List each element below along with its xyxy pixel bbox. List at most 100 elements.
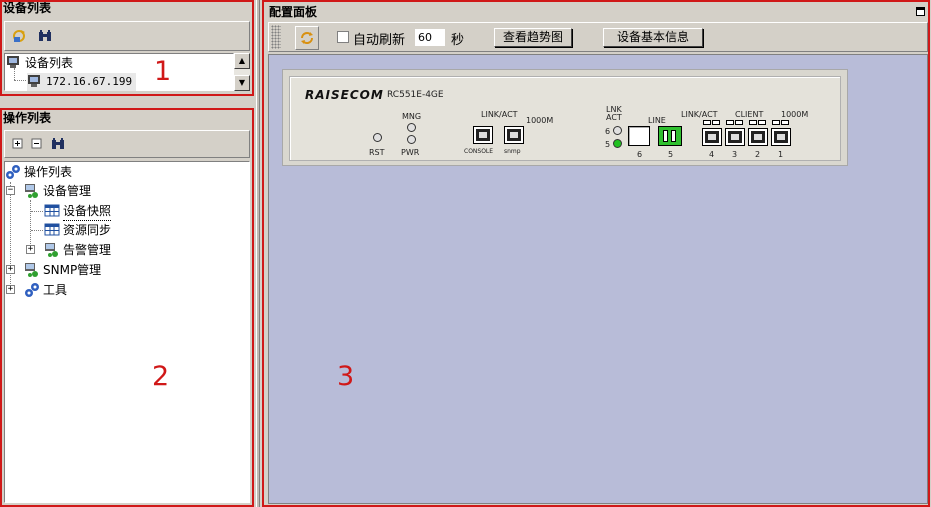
config-toolbar: 自动刷新 秒 查看趋势图 设备基本信息 [268, 22, 928, 52]
operation-list-toolbar [4, 130, 250, 158]
annotation-number-3: 3 [337, 361, 355, 392]
tree-label: 告警管理 [63, 243, 112, 257]
port-4-link-led [703, 120, 711, 125]
tree-label: 资源同步 [63, 223, 112, 237]
client-port-1[interactable] [771, 128, 791, 146]
refresh-interval-input[interactable] [415, 29, 445, 46]
gears-icon [5, 164, 21, 180]
device-faceplate: RAISECOM RC551E-4GE MNG RST PWR LINK/ACT… [289, 76, 841, 161]
console-port[interactable] [473, 126, 493, 144]
refresh-icon[interactable] [9, 26, 29, 46]
snmp-mgmt-icon [24, 262, 40, 278]
tree-item-snmp-mgmt[interactable]: SNMP管理 [24, 261, 101, 279]
port-2-act-led [758, 120, 766, 125]
tree-item-device[interactable]: 172.16.67.199 [27, 73, 137, 91]
binoculars-icon[interactable] [35, 26, 55, 46]
speed-client-label: 1000M [781, 110, 809, 119]
port-1-act-led [781, 120, 789, 125]
port-2-label: 2 [755, 150, 761, 159]
port-4-label: 4 [709, 150, 715, 159]
led-6-label: 6 [605, 127, 611, 136]
config-panel-title: 配置面板 [269, 5, 318, 19]
client-port-2[interactable] [748, 128, 768, 146]
annotation-number-1: 1 [154, 56, 172, 87]
device-list-toolbar [4, 21, 250, 51]
device-ip-label: 172.16.67.199 [46, 75, 133, 88]
auto-refresh-checkbox[interactable] [337, 31, 349, 43]
snmp-label: snmp [504, 148, 521, 155]
tree-root-operations[interactable]: 操作列表 [5, 163, 72, 181]
device-tree-scrollbar[interactable]: ▲ ▼ [234, 53, 250, 91]
mng-label: MNG [402, 112, 422, 121]
annotation-number-2: 2 [152, 361, 170, 392]
expand-toggle-icon[interactable]: + [6, 285, 15, 294]
toolbar-grip [271, 25, 281, 49]
snmp-port[interactable] [504, 126, 524, 144]
port-2-link-led [749, 120, 757, 125]
line-port-5[interactable] [658, 126, 682, 146]
port-3-link-led [726, 120, 734, 125]
refresh-icon[interactable] [295, 26, 319, 50]
expand-toggle-icon[interactable]: + [6, 265, 15, 274]
line-label: LINE [648, 116, 666, 125]
view-trend-button[interactable]: 查看趋势图 [494, 28, 572, 47]
speed-label: 1000M [526, 116, 554, 125]
alarm-mgmt-icon [44, 242, 60, 258]
mng-led [407, 123, 416, 132]
operation-list-panel: 操作列表 操作列表 − 设备管理 设备快照 资源同步 + 告警管理 + SNMP… [0, 108, 254, 507]
link-act-label: LINK/ACT [481, 110, 518, 119]
device-front-panel: RAISECOM RC551E-4GE MNG RST PWR LINK/ACT… [282, 69, 848, 166]
maximize-icon[interactable] [916, 7, 925, 16]
gears-icon [24, 282, 40, 298]
tree-line [14, 80, 26, 81]
device-info-button[interactable]: 设备基本信息 [603, 28, 703, 47]
binoculars-icon[interactable] [48, 134, 68, 154]
table-icon [44, 203, 60, 219]
tree-item-device-snapshot[interactable]: 设备快照 [44, 202, 112, 221]
client-port-3[interactable] [725, 128, 745, 146]
rst-button[interactable] [373, 133, 382, 142]
led-5-label: 5 [605, 140, 611, 149]
scroll-down-icon[interactable]: ▼ [234, 75, 250, 91]
model-label: RC551E-4GE [387, 90, 444, 100]
device-mgmt-icon [24, 183, 40, 199]
tree-label: 工具 [43, 283, 68, 297]
port-6-label: 6 [637, 150, 643, 159]
collapse-all-icon[interactable] [27, 134, 47, 154]
collapse-toggle-icon[interactable]: − [6, 186, 15, 195]
client-label: CLIENT [735, 110, 764, 119]
pwr-led [407, 135, 416, 144]
operation-list-title: 操作列表 [3, 111, 52, 125]
tree-line [14, 68, 15, 80]
line-port-6[interactable] [628, 126, 650, 146]
scroll-up-icon[interactable]: ▲ [234, 53, 250, 69]
port-1-link-led [772, 120, 780, 125]
console-label: CONSOLE [464, 148, 494, 155]
link-act-client-label: LINK/ACT [681, 110, 718, 119]
tree-item-resource-sync[interactable]: 资源同步 [44, 221, 111, 239]
seconds-label: 秒 [451, 33, 465, 48]
tree-item-tools[interactable]: 工具 [24, 281, 67, 299]
brand-logo: RAISECOM [305, 88, 384, 102]
client-port-4[interactable] [702, 128, 722, 146]
port-4-act-led [712, 120, 720, 125]
pwr-label: PWR [401, 148, 420, 157]
tree-line [31, 211, 43, 212]
expand-toggle-icon[interactable]: + [26, 245, 35, 254]
expand-all-icon[interactable] [8, 134, 28, 154]
tree-item-alarm-mgmt[interactable]: 告警管理 [44, 241, 111, 259]
port-5-label: 5 [668, 150, 674, 159]
device-tree: 设备列表 172.16.67.199 [4, 53, 234, 91]
tree-line [31, 230, 43, 231]
rst-label: RST [369, 148, 385, 157]
tree-label: SNMP管理 [43, 263, 102, 277]
tree-label: 设备快照 [63, 202, 112, 221]
tree-item-device-mgmt[interactable]: 设备管理 [24, 182, 91, 200]
port-1-label: 1 [778, 150, 784, 159]
table-icon [44, 222, 60, 238]
port-6-led [613, 126, 622, 135]
vertical-splitter[interactable] [256, 0, 260, 507]
operation-tree: 操作列表 − 设备管理 设备快照 资源同步 + 告警管理 + SNMP管理 + … [4, 161, 250, 503]
auto-refresh-label: 自动刷新 [353, 33, 406, 48]
tree-root-device-list[interactable]: 设备列表 [6, 54, 73, 72]
